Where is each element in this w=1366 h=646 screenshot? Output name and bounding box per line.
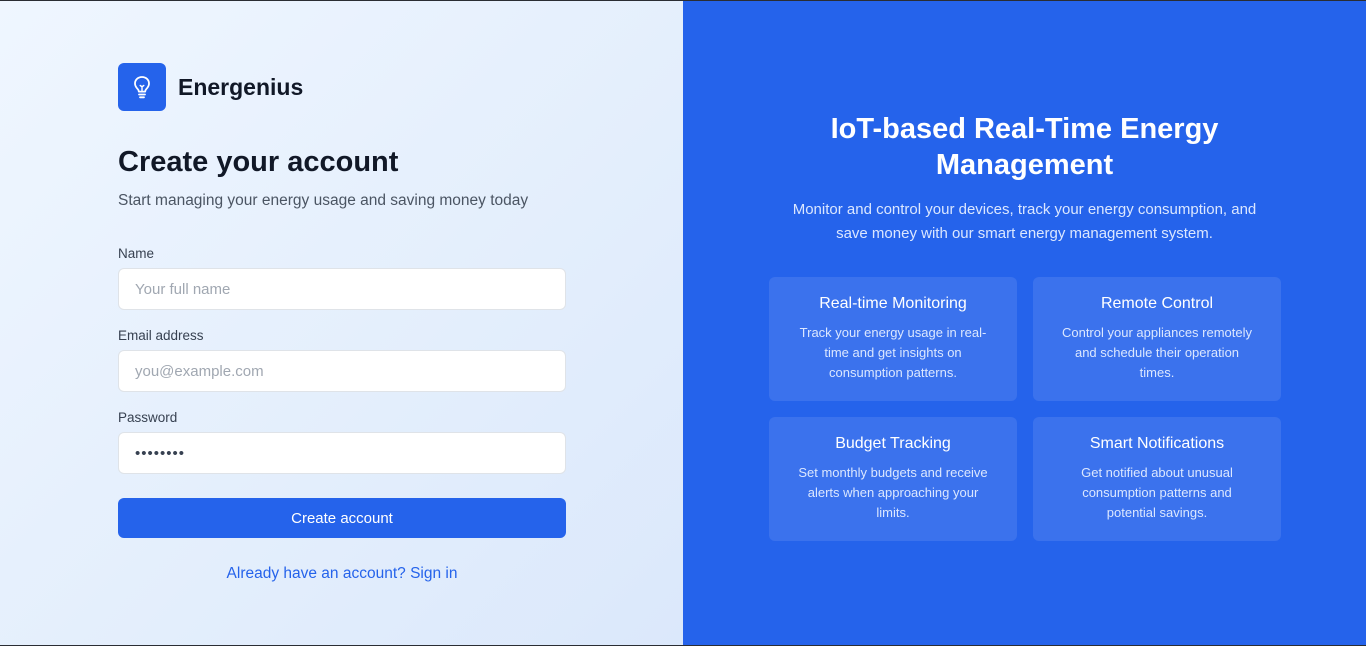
password-input[interactable]: •••••••• [118,432,566,474]
feature-title: Budget Tracking [835,435,951,452]
feature-desc-line: Control your appliances remotely [1061,325,1253,340]
feature-description: Set monthly budgets and receive alerts w… [787,463,999,523]
feature-title: Remote Control [1100,295,1214,312]
name-input[interactable] [118,268,566,310]
feature-desc-line: Track your energy usage in real- [799,325,987,340]
feature-desc-line: and schedule their operation [1074,345,1240,360]
feature-desc-line: Get notified about unusual [1081,465,1233,480]
hero-panel: IoT-based Real-Time Energy Management Mo… [683,1,1366,645]
email-label: Email address [118,328,204,343]
feature-card-monitoring: Real-time Monitoring Track your energy u… [769,277,1017,401]
hero-title: IoT-based Real-Time Energy Management [683,111,1366,183]
email-input[interactable] [118,350,566,392]
page-title: Create your account [118,146,399,178]
feature-desc-line: time and get insights on [824,345,962,360]
password-value: •••••••• [135,444,186,462]
feature-card-budget: Budget Tracking Set monthly budgets and … [769,417,1017,541]
feature-title: Real-time Monitoring [819,295,967,312]
feature-desc-line: consumption patterns and [1082,485,1232,500]
brand-name: Energenius [178,73,304,100]
feature-desc-line: consumption patterns. [829,365,957,380]
page-subtitle: Start managing your energy usage and sav… [118,192,529,209]
feature-description: Get notified about unusual consumption p… [1051,463,1263,523]
feature-description: Control your appliances remotely and sch… [1051,323,1263,383]
sign-in-link[interactable]: Already have an account? Sign in [118,565,566,583]
feature-desc-line: times. [1139,365,1175,380]
hero-title-line-1: IoT-based Real-Time Energy [830,113,1219,145]
hero-subtitle-line-2: save money with our smart energy managem… [836,225,1213,242]
feature-card-notifications: Smart Notifications Get notified about u… [1033,417,1281,541]
feature-title: Smart Notifications [1089,435,1225,452]
signup-panel: Energenius Create your account Start man… [0,1,683,645]
feature-desc-line: Set monthly budgets and receive [798,465,988,480]
hero-title-line-2: Management [935,149,1114,181]
feature-desc-line: limits. [876,505,910,520]
password-label: Password [118,410,178,425]
feature-desc-line: alerts when approaching your [807,485,979,500]
feature-desc-line: potential savings. [1106,505,1208,520]
name-label: Name [118,246,155,261]
brand: Energenius [118,63,303,111]
create-account-button[interactable]: Create account [118,498,566,538]
feature-card-remote-control: Remote Control Control your appliances r… [1033,277,1281,401]
lightbulb-icon [118,63,166,111]
feature-description: Track your energy usage in real- time an… [787,323,999,383]
hero-subtitle: Monitor and control your devices, track … [683,198,1366,246]
app-frame: Energenius Create your account Start man… [0,1,1366,645]
hero-subtitle-line-1: Monitor and control your devices, track … [792,201,1257,218]
